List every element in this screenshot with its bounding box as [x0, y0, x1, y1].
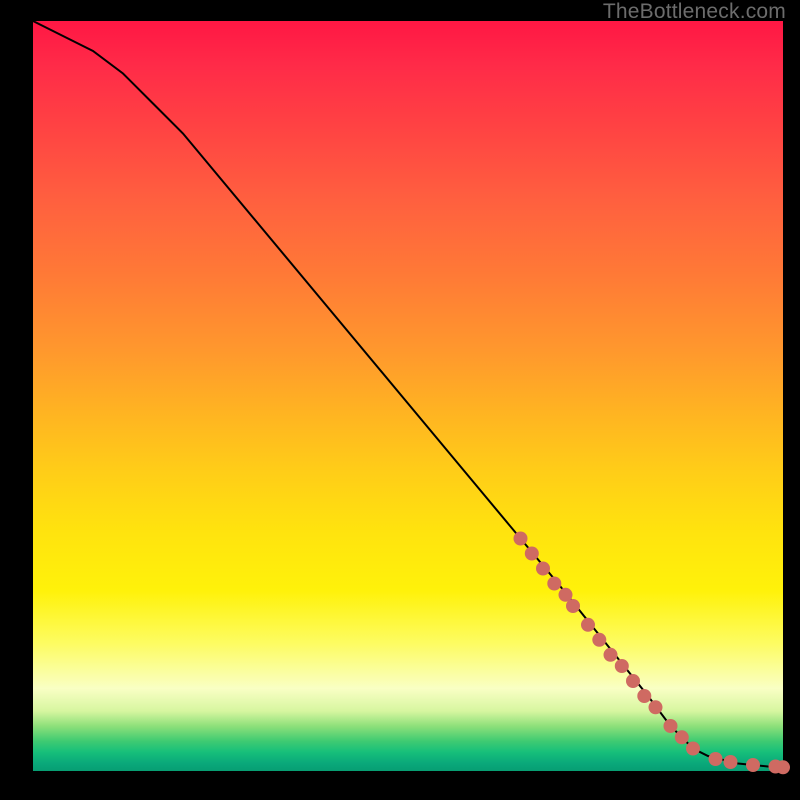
chart-svg	[33, 21, 783, 771]
data-point	[514, 532, 528, 546]
data-point	[604, 648, 618, 662]
data-point	[626, 674, 640, 688]
data-point	[566, 599, 580, 613]
data-point	[637, 689, 651, 703]
data-point	[746, 758, 760, 772]
data-point	[776, 760, 790, 774]
data-point	[686, 742, 700, 756]
data-point	[547, 577, 561, 591]
data-point	[664, 719, 678, 733]
data-point	[525, 547, 539, 561]
bottleneck-curve	[33, 21, 783, 767]
data-point	[581, 618, 595, 632]
data-point	[615, 659, 629, 673]
chart-frame: TheBottleneck.com	[0, 0, 800, 800]
data-point	[709, 752, 723, 766]
plot-area	[33, 21, 783, 771]
data-point	[675, 730, 689, 744]
data-point	[592, 633, 606, 647]
data-point	[724, 755, 738, 769]
bottleneck-points-group	[514, 532, 791, 775]
data-point	[536, 562, 550, 576]
data-point	[649, 700, 663, 714]
